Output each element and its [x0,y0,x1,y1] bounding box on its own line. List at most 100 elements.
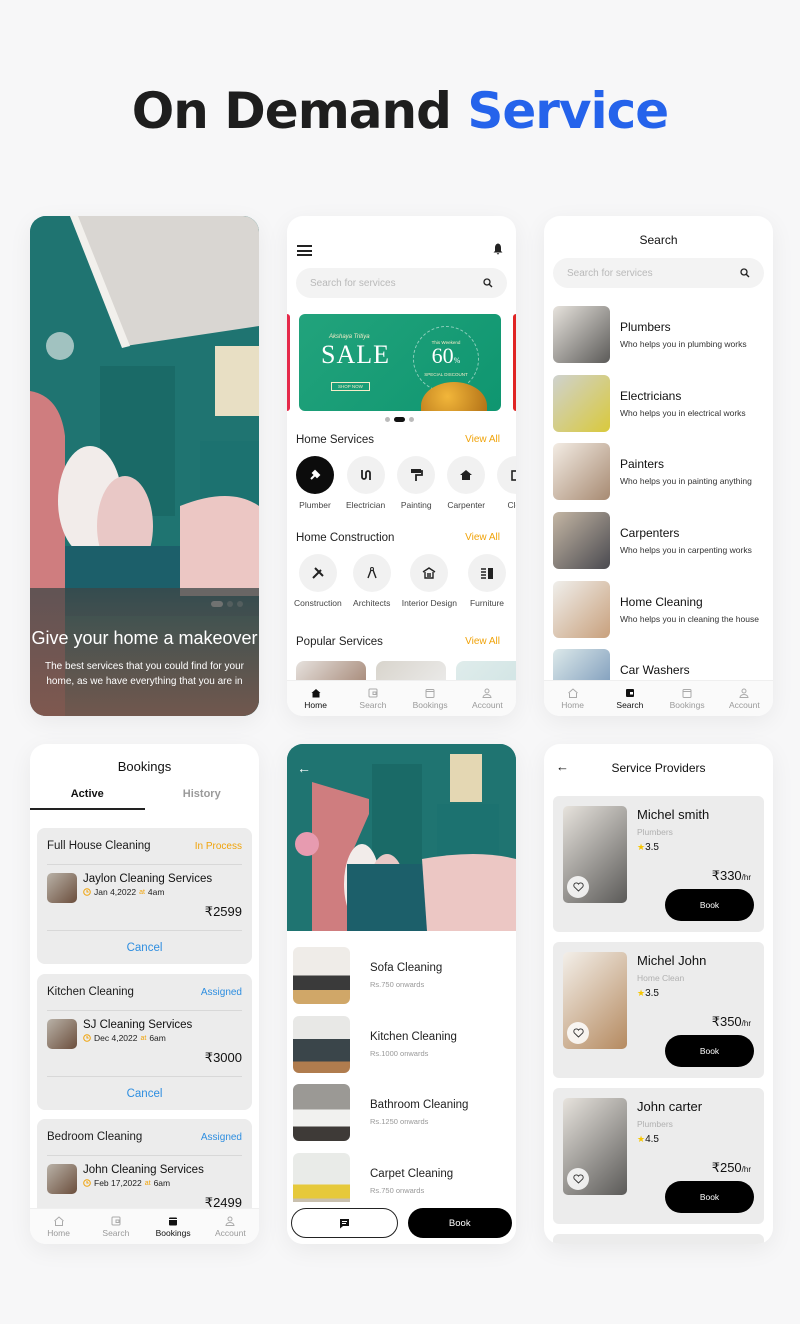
category-electrician[interactable]: Electrician [346,456,385,510]
category-label: Painting [400,500,432,510]
search-input[interactable]: Search for services [553,258,764,288]
nav-label: Home [304,700,327,710]
home-construction-list: Construction Architects Interior Design … [294,554,506,608]
result-title: Painters [620,457,665,472]
result-thumbnail [553,305,610,363]
nav-label: Search [102,1228,130,1238]
banner-headline: SALE [321,340,390,369]
search-result-item[interactable]: Electricians Who helps you in electrical … [553,369,759,438]
nav-label: Search [359,700,387,710]
booking-service: Bedroom Cleaning [47,1131,143,1143]
promo-banner[interactable]: Akshaya Tritiya SALE SHOP NOW This Weeke… [299,314,501,411]
banner-prev-peek[interactable] [287,314,290,411]
tools-icon [312,567,324,579]
booking-header: Full House Cleaning In Process [47,828,242,865]
tab-history[interactable]: History [145,788,260,810]
book-button[interactable]: Book [665,1181,754,1213]
category-label: Interior Design [401,598,457,608]
nav-home[interactable]: Home [30,1215,87,1238]
booking-card[interactable]: Bedroom Cleaning Assigned John Cleaning … [37,1119,252,1221]
booking-card[interactable]: Kitchen Cleaning Assigned SJ Cleaning Se… [37,974,252,1110]
home-screen: Search for services Akshaya Tritiya SALE… [287,216,516,716]
favorite-button[interactable] [567,1168,589,1190]
view-all-link[interactable]: View All [465,636,500,648]
compass-icon [367,567,377,579]
search-icon[interactable] [740,268,750,278]
category-interior-design[interactable]: Interior Design [402,554,457,608]
result-thumbnail [553,511,610,569]
cleaning-service-item[interactable]: Bathroom Cleaning Rs.1250 onwards [293,1078,468,1147]
tab-active[interactable]: Active [30,788,145,810]
status-badge: Assigned [200,1131,242,1143]
nav-home[interactable]: Home [544,687,601,710]
cancel-button[interactable]: Cancel [47,1076,242,1110]
onboarding-title: Give your home a makeover [31,628,258,648]
page-dot-active[interactable] [394,417,405,422]
nav-bookings[interactable]: Bookings [402,687,459,710]
nav-bookings[interactable]: Bookings [659,687,716,710]
result-subtitle: Who helps you in painting anything [620,476,752,487]
category-cleaning[interactable]: Clea [497,456,516,510]
provider-name: SJ Cleaning Services [83,1019,193,1031]
view-all-link[interactable]: View All [465,532,500,544]
category-furniture[interactable]: Furniture [468,554,506,608]
cleaning-services-list: Sofa Cleaning Rs.750 onwards Kitchen Clea… [293,941,468,1216]
provider-price: ₹250/hr [712,1160,751,1176]
heart-icon [572,1028,584,1038]
provider-card[interactable]: John carter Plumbers ★4.5 ₹250/hr Book [553,1088,764,1224]
view-all-link[interactable]: View All [465,434,500,446]
nav-bookings[interactable]: Bookings [145,1215,202,1238]
banner-next-peek[interactable] [513,314,516,411]
category-painting[interactable]: Painting [397,456,436,510]
favorite-button[interactable] [567,876,589,898]
book-button[interactable]: Book [665,1035,754,1067]
banner-cta[interactable]: SHOP NOW [331,382,370,391]
booking-datetime: Jan 4,2022 at 4am [83,887,212,897]
result-thumbnail [553,374,610,432]
back-arrow-icon[interactable]: ← [297,760,311,776]
nav-label: Bookings [669,700,705,710]
star-icon: ★ [637,842,646,852]
chat-button[interactable] [291,1208,398,1238]
headline-part1: On Demand [131,82,452,140]
category-architects[interactable]: Architects [352,554,391,608]
cleaning-service-item[interactable]: Kitchen Cleaning Rs.1000 onwards [293,1010,468,1079]
bell-icon[interactable] [493,243,503,255]
booking-card[interactable]: Full House Cleaning In Process Jaylon Cl… [37,828,252,964]
nav-home[interactable]: Home [287,687,344,710]
search-result-item[interactable]: Plumbers Who helps you in plumbing works [553,300,759,369]
home-construction-header: Home Construction View All [296,532,500,544]
cleaning-service-item[interactable]: Sofa Cleaning Rs.750 onwards [293,941,468,1010]
search-icon[interactable] [483,278,493,288]
home-search-input[interactable]: Search for services [296,268,507,298]
search-placeholder: Search for services [567,267,653,279]
nav-account[interactable]: Account [202,1215,259,1238]
page-dot[interactable] [385,417,390,422]
category-label: Construction [294,598,342,608]
provider-card[interactable]: Michel smith Plumbers ★3.5 ₹330/hr Book [553,796,764,932]
book-button[interactable]: Book [665,889,754,921]
search-result-item[interactable]: Home Cleaning Who helps you in cleaning t… [553,575,759,644]
category-carpenter[interactable]: Carpenter [447,456,486,510]
book-button[interactable]: Book [407,1208,512,1238]
provider-thumbnail [47,873,77,903]
nav-search[interactable]: Search [601,687,658,710]
category-plumber[interactable]: Plumber [296,456,334,510]
page-dot[interactable] [409,417,414,422]
status-badge: In Process [194,840,242,852]
provider-card[interactable]: Michel John Home Clean ★3.5 ₹350/hr Book [553,942,764,1078]
nav-account[interactable]: Account [459,687,516,710]
favorite-button[interactable] [567,1022,589,1044]
search-result-item[interactable]: Painters Who helps you in painting anythi… [553,437,759,506]
cancel-button[interactable]: Cancel [47,930,242,964]
search-screen: Search Search for services Plumbers Who h… [544,216,773,716]
nav-search[interactable]: Search [87,1215,144,1238]
nav-account[interactable]: Account [716,687,773,710]
category-construction[interactable]: Construction [294,554,342,608]
headline-accent: Service [467,82,669,140]
nav-label: Account [472,700,503,710]
hamburger-menu-icon[interactable] [297,245,312,256]
search-result-item[interactable]: Carpenters Who helps you in carpenting wo… [553,506,759,575]
provider-name: John carter [637,1099,703,1114]
nav-search[interactable]: Search [344,687,401,710]
